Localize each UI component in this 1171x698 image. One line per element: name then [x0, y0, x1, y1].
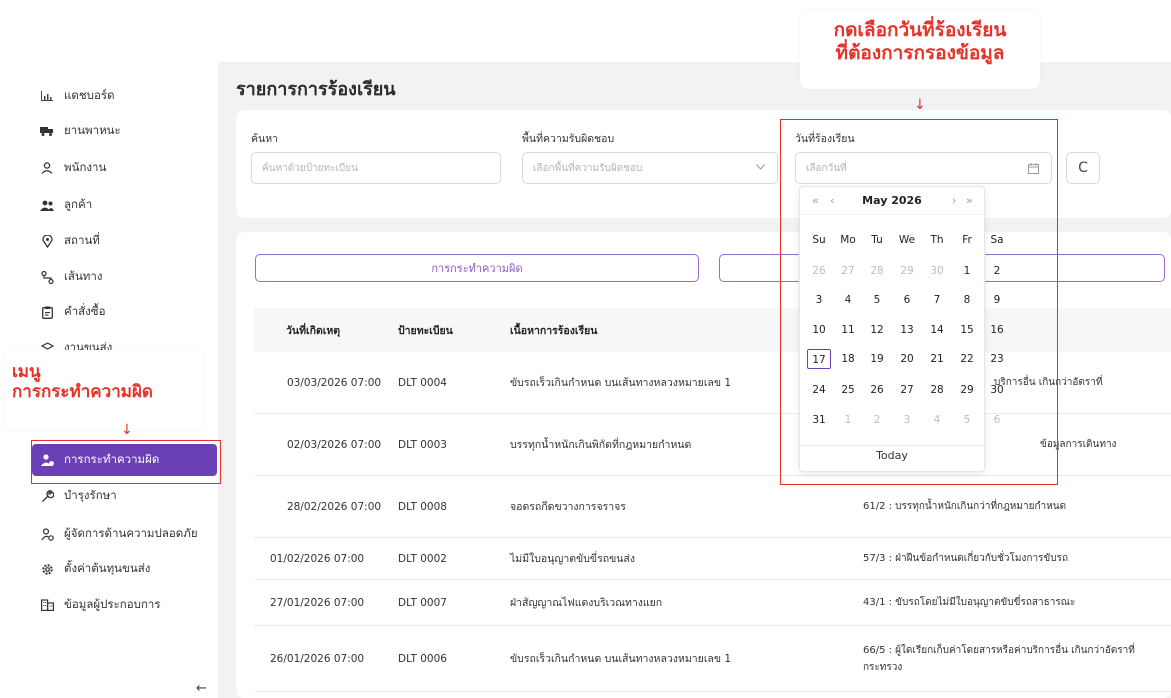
- cell-plate: DLT 0003: [398, 438, 447, 451]
- header-plate: ป้ายทะเบียน: [398, 324, 453, 337]
- area-label: พื้นที่ความรับผิดชอบ: [522, 133, 615, 145]
- header-date: วันที่เกิดเหตุ: [286, 324, 341, 337]
- cell-content: ขับรถเร็วเกินกำหนด บนเส้นทางหลวงหมายเลข …: [510, 653, 732, 665]
- user-shield-icon: [40, 527, 54, 541]
- area-select[interactable]: เลือกพื้นที่ความรับผิดชอบ: [522, 152, 778, 184]
- chart-icon: [40, 89, 54, 103]
- cell-date: 28/02/2026 07:00: [286, 500, 382, 513]
- cell-content: ขับรถเร็วเกินกำหนด บนเส้นทางหลวงหมายเลข …: [510, 377, 732, 389]
- area-placeholder: เลือกพื้นที่ความรับผิดชอบ: [533, 162, 643, 174]
- sidebar-item-routes[interactable]: เส้นทาง: [40, 263, 102, 291]
- sidebar-item-label: สถานที่: [64, 233, 100, 247]
- truck-icon: [40, 124, 54, 138]
- sidebar-item-label: เส้นทาง: [64, 269, 103, 283]
- sidebar-item-customers[interactable]: ลูกค้า: [40, 191, 92, 219]
- callout-menu-line1: เมนู: [12, 362, 41, 382]
- cell-content: ไม่มีใบอนุญาตขับขี่รถขนส่ง: [510, 553, 635, 565]
- sidebar-item-dashboard[interactable]: แดชบอร์ด: [40, 82, 115, 110]
- user-icon: [40, 161, 54, 175]
- building-icon: [40, 598, 54, 612]
- annotation-arrow-menu: ↓: [121, 422, 133, 438]
- cell-plate: DLT 0004: [398, 376, 447, 389]
- sidebar-item-label: ตั้งค่าต้นทุนขนส่ง: [64, 561, 151, 575]
- cell-violation: 57/3 : ฝ่าฝืนข้อกำหนดเกี่ยวกับชั่วโมงการ…: [863, 553, 1069, 564]
- cell-date: 03/03/2026 07:00: [286, 376, 382, 389]
- search-label: ค้นหา: [251, 133, 279, 145]
- table-row[interactable]: 27/01/2026 07:00 DLT 0007 ฝ่าสัญญาณไฟแดง…: [254, 580, 1171, 626]
- callout-date-line2: ที่ต้องการกรองข้อมูล: [835, 41, 1005, 64]
- callout-menu: เมนู การกระทำความผิด: [4, 350, 204, 430]
- annotation-arrow-date: ↓: [914, 97, 926, 113]
- cell-violation: 66/5 : ผู้ใดเรียกเก็บค่าโดยสารหรือค่าบริ…: [863, 644, 1135, 673]
- refresh-button[interactable]: C: [1066, 152, 1100, 184]
- cell-content: จอดรถกีดขวางการจราจร: [510, 501, 626, 513]
- cell-content: บรรทุกน้ำหนักเกินพิกัดที่กฎหมายกำหนด: [510, 439, 692, 451]
- cell-violation: 61/2 : บรรทุกน้ำหนักเกินกว่าที่กฎหมายกำห…: [863, 501, 1067, 512]
- sidebar-item-label: คำสั่งซื้อ: [64, 304, 106, 318]
- clipboard-icon: [40, 305, 54, 319]
- cell-content: ฝ่าสัญญาณไฟแดงบริเวณทางแยก: [510, 597, 663, 609]
- location-pin-icon: [40, 234, 54, 248]
- table-row[interactable]: 28/02/2026 07:00 DLT 0008 จอดรถกีดขวางกา…: [254, 476, 1171, 538]
- users-icon: [40, 198, 54, 212]
- annotation-box-date: [780, 119, 1058, 485]
- cell-violation: 43/1 : ขับรถโดยไม่มีใบอนุญาตขับขี่รถสาธา…: [863, 597, 1076, 608]
- cell-plate: DLT 0006: [398, 652, 447, 665]
- cell-date: 27/01/2026 07:00: [270, 596, 365, 609]
- table-row[interactable]: 01/02/2026 07:00 DLT 0002 ไม่มีใบอนุญาตข…: [254, 538, 1171, 580]
- header-content: เนื้อหาการร้องเรียน: [510, 324, 598, 337]
- sidebar-item-label: บำรุงรักษา: [64, 488, 117, 502]
- sidebar-item-maintenance[interactable]: บำรุงรักษา: [40, 482, 117, 510]
- callout-date-line1: กดเลือกวันที่ร้องเรียน: [833, 19, 1007, 41]
- tab-violations[interactable]: การกระทำความผิด: [255, 254, 699, 282]
- callout-menu-line2: การกระทำความผิด: [12, 382, 153, 403]
- sidebar-item-operator-info[interactable]: ข้อมูลผู้ประกอบการ: [40, 591, 161, 619]
- callout-date: กดเลือกวันที่ร้องเรียน ที่ต้องการกรองข้อ…: [800, 9, 1040, 89]
- sidebar-item-places[interactable]: สถานที่: [40, 227, 100, 255]
- cell-date: 01/02/2026 07:00: [270, 552, 365, 565]
- sidebar-item-label: พนักงาน: [64, 160, 107, 174]
- cell-plate: DLT 0002: [398, 552, 447, 565]
- search-input[interactable]: ค้นหาด้วยป้ายทะเบียน: [251, 152, 501, 184]
- sidebar-item-label: แดชบอร์ด: [64, 88, 115, 102]
- sidebar-item-label: ข้อมูลผู้ประกอบการ: [64, 597, 161, 611]
- annotation-box-menu: [31, 440, 221, 484]
- cell-date: 02/03/2026 07:00: [286, 438, 382, 451]
- cell-plate: DLT 0008: [398, 500, 447, 513]
- cell-plate: DLT 0007: [398, 596, 447, 609]
- sidebar-item-safety-manager[interactable]: ผู้จัดการด้านความปลอดภัย: [40, 520, 198, 548]
- sidebar-item-label: ยานพาหนะ: [64, 123, 121, 137]
- route-icon: [40, 270, 54, 284]
- sidebar-item-shipping-cost[interactable]: ตั้งค่าต้นทุนขนส่ง: [40, 555, 150, 583]
- sidebar-item-label: ลูกค้า: [64, 197, 93, 211]
- sidebar-item-vehicles[interactable]: ยานพาหนะ: [40, 117, 121, 145]
- sidebar-item-orders[interactable]: คำสั่งซื้อ: [40, 298, 106, 326]
- chevron-down-icon: [756, 162, 765, 173]
- sidebar-item-employees[interactable]: พนักงาน: [40, 154, 106, 182]
- wrench-icon: [40, 489, 54, 503]
- table-row[interactable]: 26/01/2026 07:00 DLT 0006 ขับรถเร็วเกินก…: [254, 626, 1171, 692]
- sidebar-item-label: ผู้จัดการด้านความปลอดภัย: [64, 526, 198, 540]
- collapse-sidebar-button[interactable]: ←: [196, 681, 207, 696]
- page-title: รายการการร้องเรียน: [236, 79, 396, 100]
- cell-date: 26/01/2026 07:00: [270, 652, 365, 665]
- gear-icon: [40, 562, 54, 576]
